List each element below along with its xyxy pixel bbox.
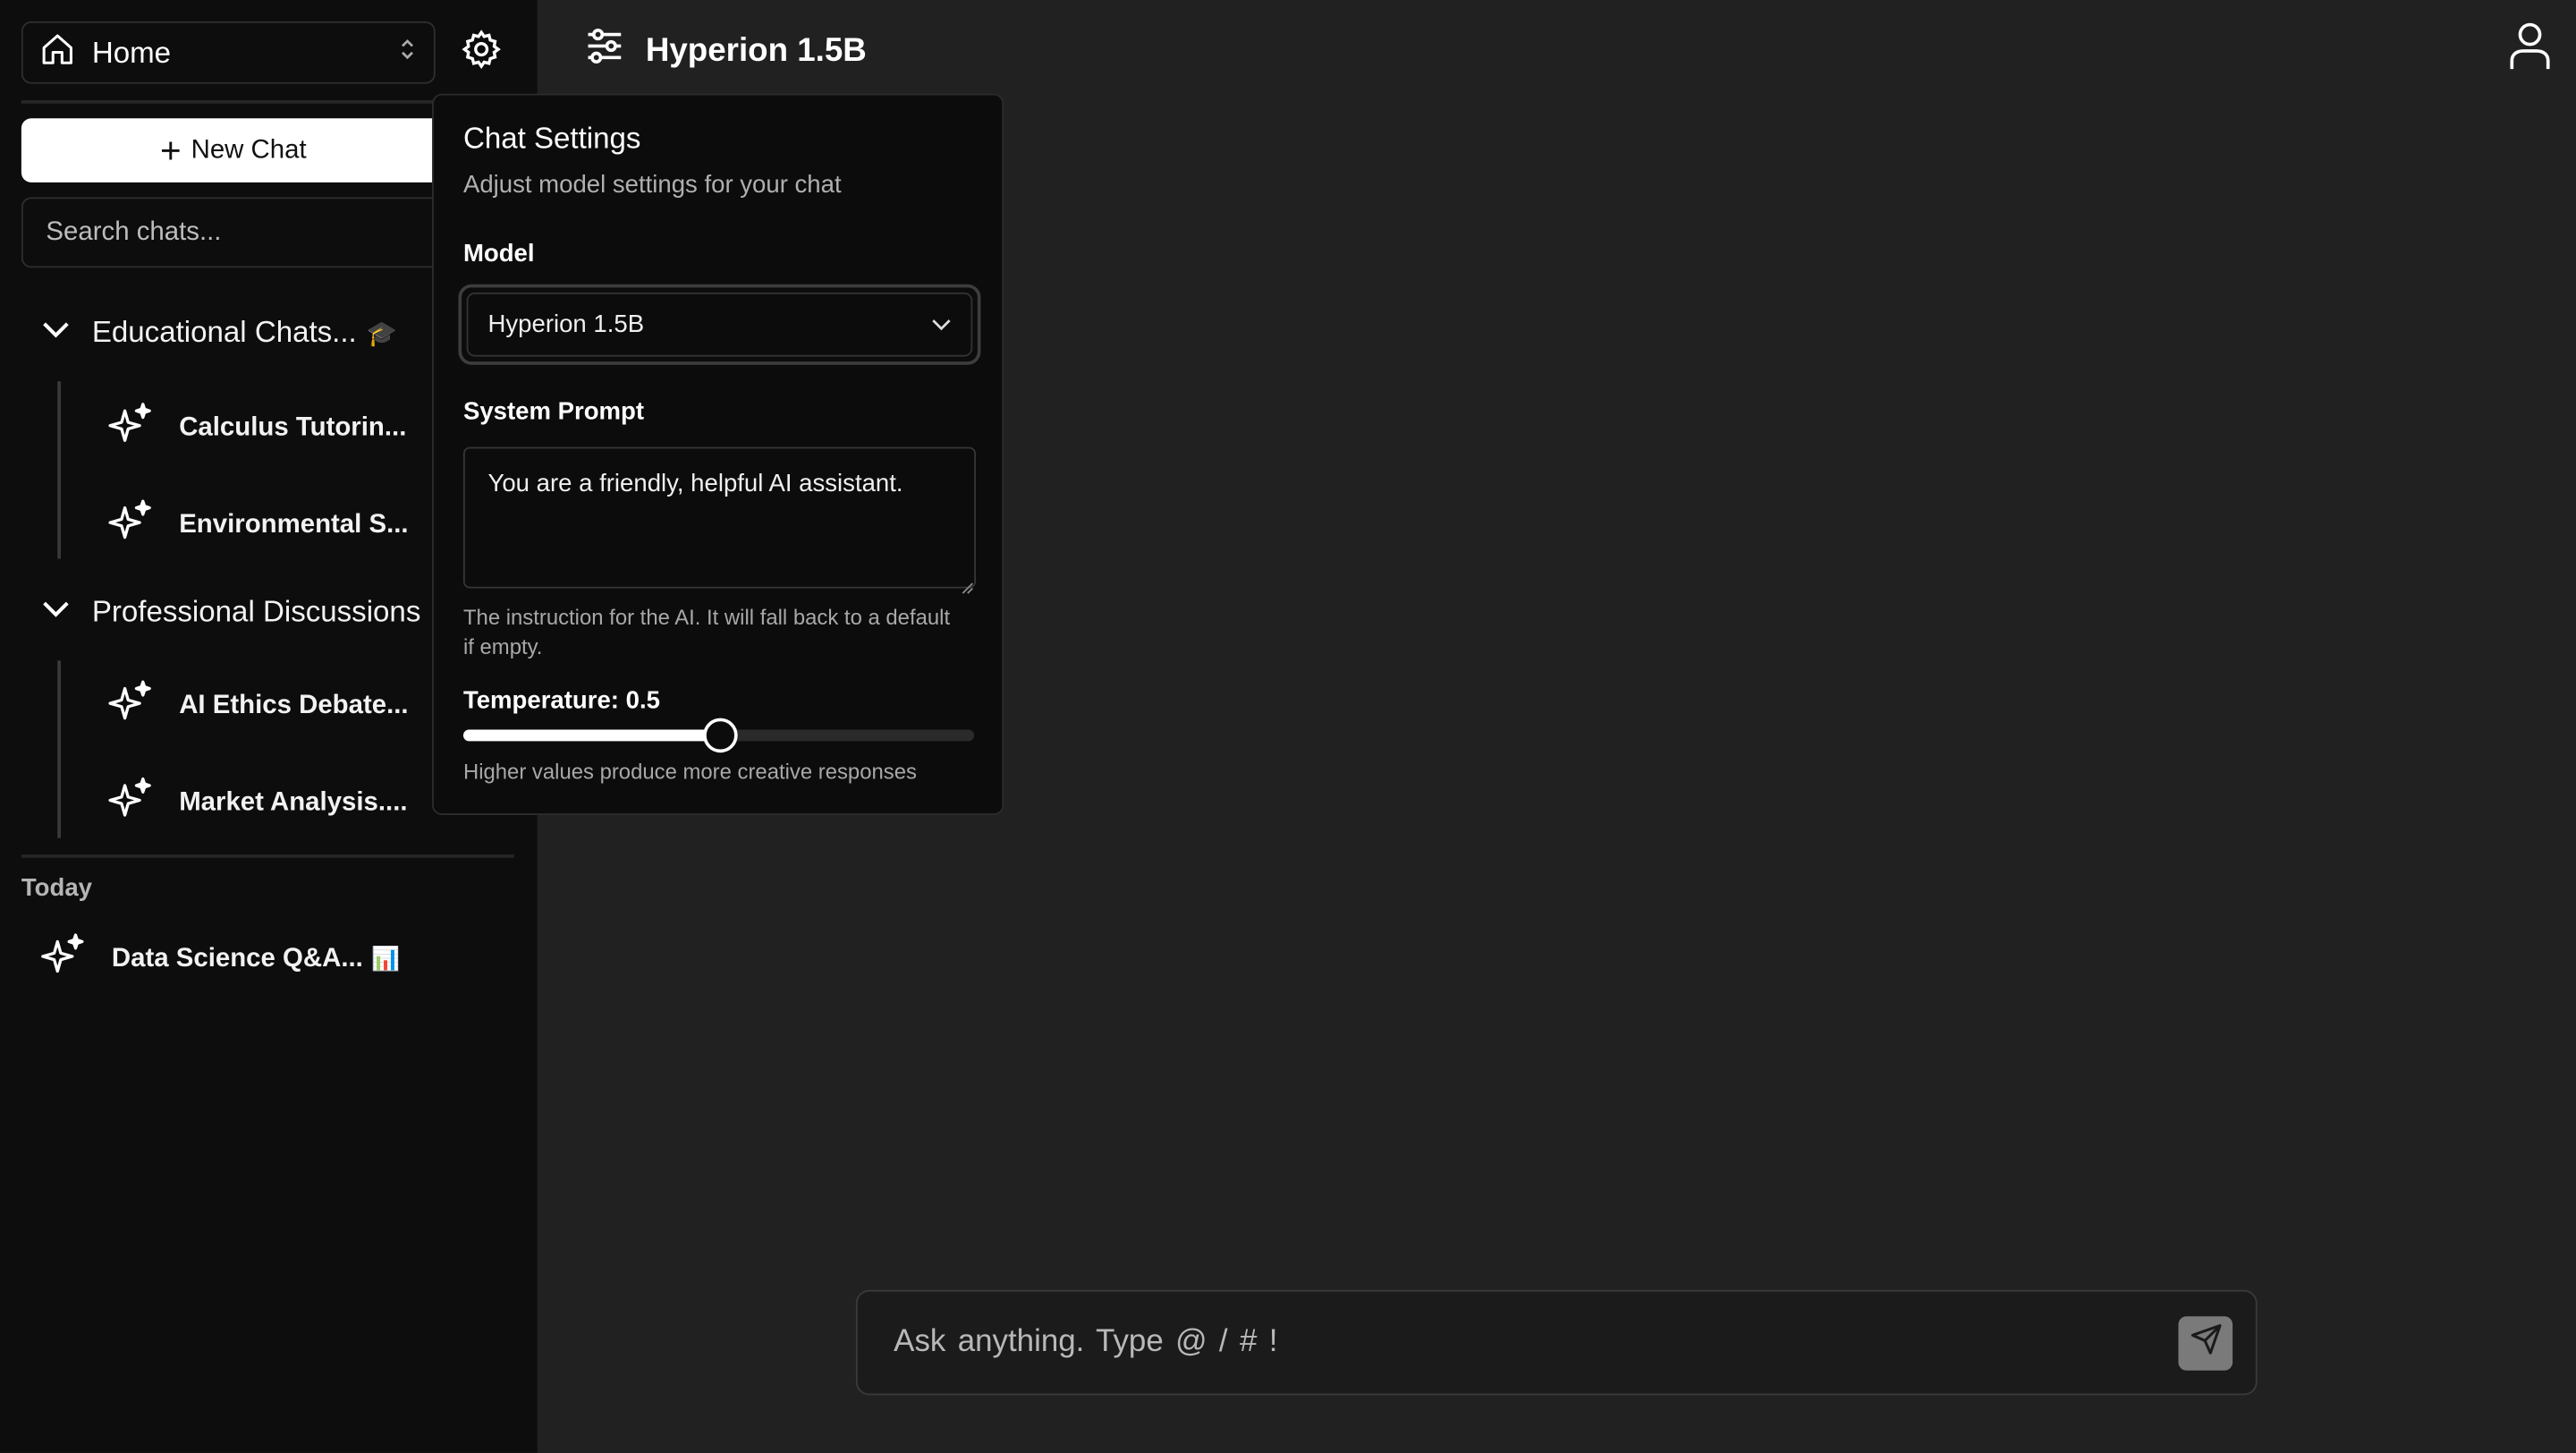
sliders-icon <box>583 25 626 78</box>
chat-item[interactable]: Calculus Tutorin... <box>106 401 406 455</box>
model-title: Hyperion 1.5B <box>645 31 867 69</box>
plus-icon: + <box>159 129 182 171</box>
folder-professional[interactable]: Professional Discussions <box>39 591 420 633</box>
temperature-label: Temperature: 0.5 <box>462 686 660 715</box>
model-select[interactable]: Hyperion 1.5B <box>458 284 981 365</box>
workspace-selector[interactable]: Home <box>21 21 436 84</box>
sparkles-icon <box>106 776 152 830</box>
tree-line <box>57 660 61 838</box>
new-chat-button[interactable]: + New Chat <box>21 118 445 183</box>
temperature-slider-thumb[interactable] <box>702 718 737 753</box>
chat-emoji: 📊 <box>371 945 401 972</box>
sparkles-icon <box>106 679 152 734</box>
new-chat-label: New Chat <box>191 135 307 164</box>
temperature-slider-fill <box>462 729 719 742</box>
resize-handle-icon[interactable] <box>961 574 974 594</box>
chat-item[interactable]: AI Ethics Debate... <box>106 679 409 734</box>
chevron-updown-icon <box>397 35 417 70</box>
popover-subtitle: Adjust model settings for your chat <box>462 171 842 200</box>
system-prompt-label: System Prompt <box>462 397 645 426</box>
home-icon <box>39 30 75 75</box>
settings-button[interactable] <box>453 25 509 81</box>
user-icon <box>2507 22 2553 77</box>
model-label: Model <box>462 240 535 268</box>
temperature-slider[interactable] <box>462 718 975 753</box>
model-select-value: Hyperion 1.5B <box>487 310 645 339</box>
workspace-label: Home <box>91 35 172 69</box>
chat-title: Data Science Q&A... <box>111 944 363 973</box>
tree-line <box>57 381 61 559</box>
model-select-inner[interactable]: Hyperion 1.5B <box>466 292 973 357</box>
folder-emoji: 🎓 <box>366 319 398 348</box>
chevron-down-icon <box>39 591 72 633</box>
temperature-help: Higher values produce more creative resp… <box>462 759 917 785</box>
sparkles-icon <box>106 498 152 553</box>
search-placeholder: Search chats... <box>46 217 222 246</box>
chat-item[interactable]: Data Science Q&A... 📊 <box>39 931 400 986</box>
composer-placeholder: Ask anything. Type @ / # ! <box>894 1324 1278 1359</box>
chat-item[interactable]: Market Analysis.... <box>106 776 408 830</box>
chat-title: Market Analysis.... <box>179 787 408 816</box>
app-root: Home + New Chat Search chats... Educatio… <box>0 0 2576 1453</box>
system-prompt-help: The instruction for the AI. It will fall… <box>462 604 951 659</box>
section-label-today: Today <box>21 874 92 903</box>
chat-item[interactable]: Environmental S... <box>106 498 409 553</box>
user-menu-button[interactable] <box>2507 21 2553 71</box>
chat-title: Environmental S... <box>179 510 409 539</box>
model-settings-toggle[interactable]: Hyperion 1.5B <box>583 26 867 75</box>
chat-settings-popover: Chat Settings Adjust model settings for … <box>432 93 1004 816</box>
search-chats-input[interactable]: Search chats... <box>21 197 445 268</box>
system-prompt-field[interactable] <box>462 446 976 589</box>
sparkles-icon <box>106 401 152 455</box>
folder-name: Professional Discussions <box>91 594 421 628</box>
send-button[interactable] <box>2178 1315 2233 1370</box>
message-composer[interactable]: Ask anything. Type @ / # ! <box>855 1289 2258 1396</box>
folder-educational[interactable]: Educational Chats... 🎓 <box>39 312 397 353</box>
folder-name: Educational Chats... <box>91 315 357 349</box>
gear-icon <box>460 27 503 78</box>
chat-title: Calculus Tutorin... <box>179 412 407 442</box>
section-divider <box>21 854 514 858</box>
chevron-down-icon <box>931 310 951 338</box>
popover-title: Chat Settings <box>462 121 641 155</box>
send-icon <box>2189 1322 2222 1364</box>
chat-title: AI Ethics Debate... <box>179 691 409 719</box>
chevron-down-icon <box>39 312 72 353</box>
sparkles-icon <box>39 931 85 986</box>
